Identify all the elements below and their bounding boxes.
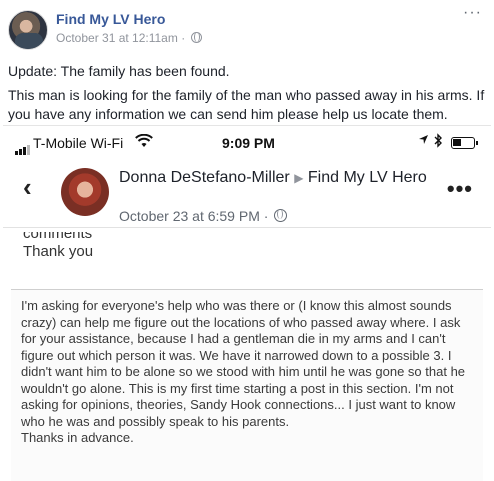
update-text: Update: The family has been found. (8, 63, 230, 79)
more-options-icon[interactable]: ••• (447, 178, 473, 200)
author-timestamp[interactable]: October 23 at 6:59 PM (119, 208, 260, 224)
quoted-post: I'm asking for everyone's help who was t… (11, 289, 483, 481)
body-text: This man is looking for the family of th… (8, 87, 485, 122)
embedded-screenshot[interactable]: T-Mobile Wi-Fi 9:09 PM ‹ Donna DeStefano… (3, 125, 491, 481)
cut-off-line: comments (23, 232, 93, 242)
post-header: Find My LV Hero October 31 at 12:11am · … (0, 0, 494, 56)
quoted-text: I'm asking for everyone's help who was t… (21, 298, 479, 447)
quote-body: I'm asking for everyone's help who was t… (21, 298, 466, 429)
target-page-name[interactable]: Find My LV Hero (308, 169, 427, 186)
page-name-link[interactable]: Find My LV Hero (56, 11, 165, 27)
carrier-label: T-Mobile Wi-Fi (33, 135, 124, 151)
timestamp-text[interactable]: October 31 at 12:11am (56, 31, 178, 45)
separator: · (263, 208, 269, 224)
location-arrow-icon (418, 134, 429, 148)
bluetooth-icon (434, 133, 443, 151)
thank-you-text: Thank you (23, 243, 94, 260)
arrow-right-icon: ▶ (294, 171, 304, 185)
previous-text: comments Thank you (23, 232, 93, 262)
author-post-time: October 23 at 6:59 PM · (119, 208, 288, 224)
globe-icon (274, 209, 288, 222)
status-bar: T-Mobile Wi-Fi 9:09 PM (3, 132, 491, 155)
back-chevron-icon[interactable]: ‹ (23, 172, 32, 203)
post-title: Donna DeStefano-Miller ▶ Find My LV Hero (119, 168, 439, 188)
separator: · (181, 31, 186, 45)
globe-icon (190, 32, 202, 43)
wifi-icon (135, 133, 153, 151)
signal-icon (15, 139, 31, 155)
author-avatar[interactable] (61, 168, 109, 216)
post-timestamp[interactable]: October 31 at 12:11am · (56, 31, 202, 45)
post-text: Update: The family has been found. This … (8, 62, 488, 129)
page-avatar[interactable] (8, 10, 48, 50)
more-options-icon[interactable]: ··· (463, 5, 482, 21)
phone-post-header: ‹ Donna DeStefano-Miller ▶ Find My LV He… (3, 156, 491, 228)
author-name[interactable]: Donna DeStefano-Miller (119, 169, 290, 186)
status-clock: 9:09 PM (222, 135, 275, 151)
battery-icon (451, 137, 478, 149)
quote-closing: Thanks in advance. (21, 430, 134, 445)
